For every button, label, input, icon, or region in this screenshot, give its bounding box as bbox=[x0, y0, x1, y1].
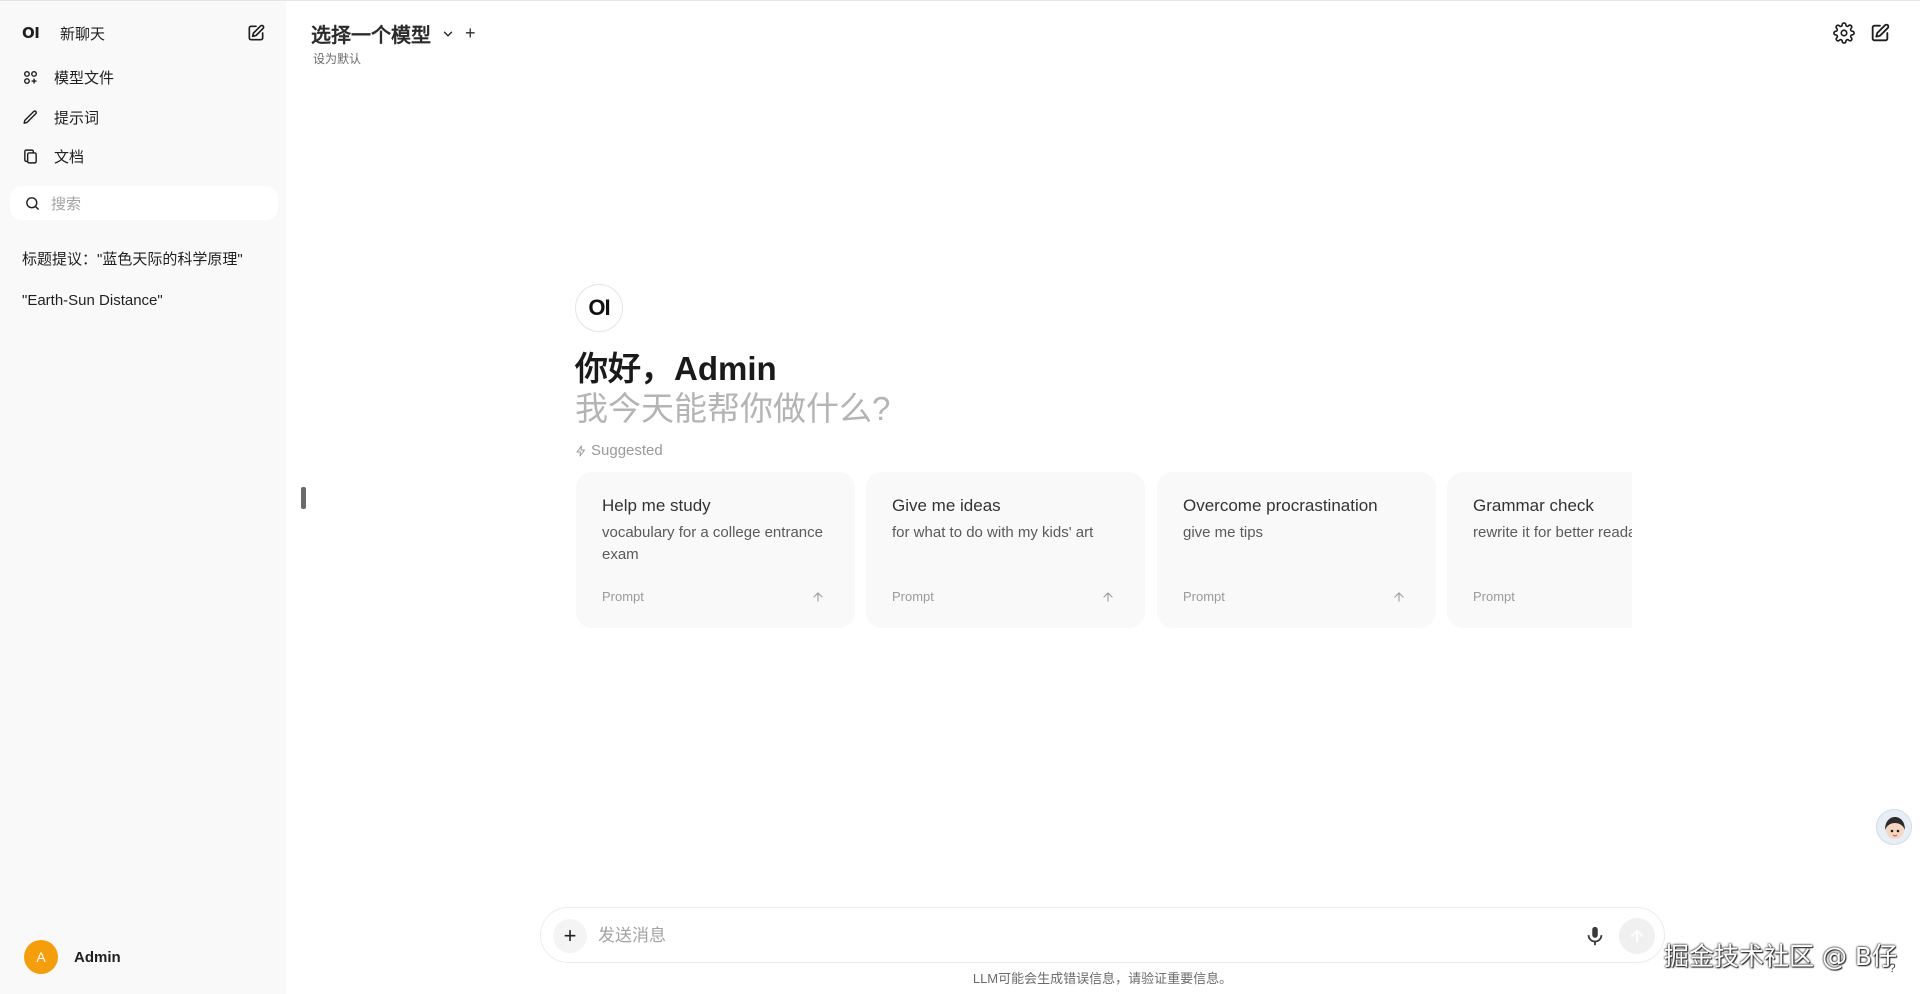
new-chat-label: 新聊天 bbox=[60, 25, 106, 43]
bolt-icon bbox=[576, 445, 585, 456]
suggestion-card[interactable]: Give me ideas for what to do with my kid… bbox=[866, 472, 1145, 628]
sidebar-item-label: 模型文件 bbox=[54, 69, 115, 87]
help-button[interactable]: ? bbox=[1889, 961, 1896, 975]
sidebar-item-documents[interactable]: 文档 bbox=[14, 138, 272, 174]
search-field[interactable]: 搜索 bbox=[10, 186, 278, 220]
set-default-link[interactable]: 设为默认 bbox=[313, 50, 361, 67]
arrow-up-icon bbox=[1103, 591, 1113, 602]
greeting-subtitle: 我今天能帮你做什么? bbox=[575, 390, 891, 427]
settings-icon[interactable] bbox=[1833, 22, 1855, 44]
search-placeholder: 搜索 bbox=[51, 195, 82, 213]
top-divider bbox=[0, 0, 1920, 1]
new-chat-button[interactable]: OI 新聊天 bbox=[14, 15, 272, 51]
suggestion-card[interactable]: Grammar check rewrite it for better read… bbox=[1447, 472, 1632, 628]
pencil-icon bbox=[14, 109, 42, 126]
user-name: Admin bbox=[74, 948, 121, 966]
sidebar: OI 新聊天 模型文件 提示词 文档 搜索 标题提议："蓝色天际的科学原理" "… bbox=[0, 0, 286, 994]
sidebar-item-label: 文档 bbox=[54, 148, 85, 166]
search-icon bbox=[26, 196, 39, 210]
sidebar-item-prompts[interactable]: 提示词 bbox=[14, 99, 272, 135]
send-button[interactable] bbox=[1619, 918, 1655, 954]
chat-history-item[interactable]: "Earth-Sun Distance" bbox=[22, 292, 163, 309]
message-input[interactable] bbox=[598, 922, 1558, 950]
sidebar-resize-handle[interactable] bbox=[301, 487, 306, 509]
arrow-up-icon bbox=[813, 591, 823, 602]
suggestion-card[interactable]: Overcome procrastination give me tips Pr… bbox=[1157, 472, 1436, 628]
sidebar-item-models[interactable]: 模型文件 bbox=[14, 59, 272, 95]
sidebar-item-label: 提示词 bbox=[54, 109, 100, 127]
suggestion-tag: Prompt bbox=[602, 589, 644, 604]
model-selector-label: 选择一个模型 bbox=[311, 25, 431, 47]
message-composer: + bbox=[540, 907, 1665, 963]
suggestion-cards: Help me study vocabulary for a college e… bbox=[576, 472, 1632, 628]
user-menu[interactable]: A Admin bbox=[24, 940, 121, 974]
arrow-up-icon bbox=[1630, 929, 1644, 943]
compose-icon[interactable] bbox=[1869, 22, 1891, 44]
welcome-logo: OI bbox=[575, 284, 623, 332]
watermark-text: 掘金技术社区 @ B仔 bbox=[1664, 942, 1898, 971]
attach-button[interactable]: + bbox=[553, 919, 587, 953]
suggestion-subtitle: for what to do with my kids' art bbox=[892, 524, 1094, 541]
disclaimer-text: LLM可能会生成错误信息，请验证重要信息。 bbox=[972, 971, 1233, 986]
models-icon bbox=[14, 69, 42, 86]
brand-logo: OI bbox=[22, 24, 40, 42]
suggestion-subtitle: vocabulary for a college entrance exam bbox=[602, 524, 823, 563]
suggestion-title: Give me ideas bbox=[892, 496, 1001, 515]
suggestion-title: Overcome procrastination bbox=[1183, 496, 1378, 515]
suggestion-subtitle: rewrite it for better readability bbox=[1473, 524, 1632, 541]
avatar: A bbox=[24, 940, 58, 974]
suggestion-subtitle: give me tips bbox=[1183, 524, 1264, 541]
compose-icon[interactable] bbox=[246, 23, 266, 43]
add-model-button[interactable]: + bbox=[465, 23, 476, 44]
microphone-icon[interactable] bbox=[1584, 925, 1606, 947]
suggestion-title: Help me study bbox=[602, 496, 711, 515]
suggestion-title: Grammar check bbox=[1473, 496, 1594, 515]
suggested-label: Suggested bbox=[575, 442, 663, 459]
assistant-avatar-button[interactable] bbox=[1876, 809, 1912, 845]
suggestion-card[interactable]: Help me study vocabulary for a college e… bbox=[576, 472, 855, 628]
chevron-down-icon bbox=[443, 31, 453, 37]
girl-avatar-icon bbox=[1885, 817, 1905, 839]
documents-icon bbox=[14, 148, 42, 165]
suggestion-tag: Prompt bbox=[1473, 589, 1515, 604]
arrow-up-icon bbox=[1394, 591, 1404, 602]
suggestion-tag: Prompt bbox=[892, 589, 934, 604]
suggestion-tag: Prompt bbox=[1183, 589, 1225, 604]
chat-history-item[interactable]: 标题提议："蓝色天际的科学原理" bbox=[22, 248, 243, 269]
model-selector[interactable]: 选择一个模型 + bbox=[311, 19, 476, 48]
